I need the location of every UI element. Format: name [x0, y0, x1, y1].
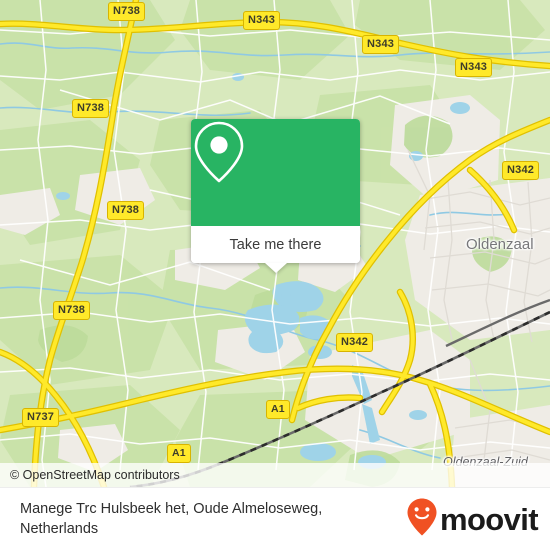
road-shield-n737: N737 — [22, 408, 60, 427]
road-shield-n738-lowerleft: N738 — [53, 301, 91, 320]
location-popup[interactable]: Take me there — [191, 119, 360, 273]
road-shield-n343-right: N343 — [455, 58, 493, 77]
road-shield-n342-center: N342 — [336, 333, 374, 352]
popup-action-row[interactable]: Take me there — [191, 226, 360, 273]
take-me-there-button[interactable]: Take me there — [230, 237, 322, 253]
popup-pin-area — [191, 119, 360, 226]
road-shield-a1-center: A1 — [266, 400, 290, 419]
popup-tail — [264, 263, 287, 273]
road-shield-n738-upperleft: N738 — [72, 99, 110, 118]
attribution-text[interactable]: © OpenStreetMap contributors — [0, 468, 180, 482]
address-text: Manege Trc Hulsbeek het, Oude Almelosewe… — [20, 501, 323, 537]
road-shield-n738-north: N738 — [108, 2, 146, 21]
place-label-oldenzaal: Oldenzaal — [466, 236, 534, 253]
moovit-brand[interactable]: moovit — [406, 497, 539, 542]
road-shield-n343-top: N343 — [243, 11, 281, 30]
map-attribution: © OpenStreetMap contributors — [0, 463, 550, 487]
road-shield-n343-topright: N343 — [362, 35, 400, 54]
bottom-info-bar: Manege Trc Hulsbeek het, Oude Almelosewe… — [0, 487, 550, 550]
road-shield-n738-left: N738 — [107, 201, 145, 220]
map-canvas[interactable]: N738 N343 N343 N343 N738 N342 N738 N738 … — [0, 0, 550, 487]
road-shield-n342-right: N342 — [502, 161, 540, 180]
moovit-location-card: N738 N343 N343 N343 N738 N342 N738 N738 … — [0, 0, 550, 550]
moovit-smiley-pin-icon — [406, 497, 438, 542]
road-shield-a1-left: A1 — [167, 444, 191, 463]
moovit-wordmark: moovit — [439, 501, 539, 537]
